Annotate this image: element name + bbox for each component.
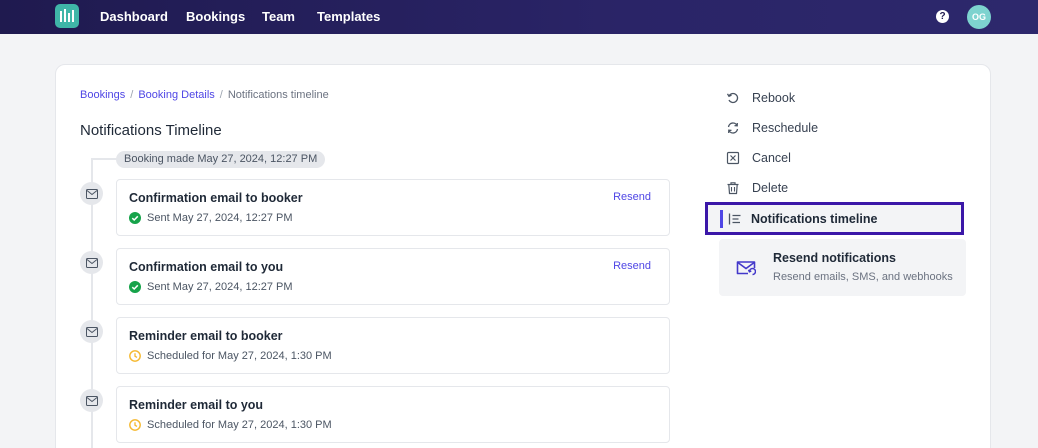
- notification-status: Scheduled for May 27, 2024, 1:30 PM: [129, 418, 332, 432]
- notification-status: Scheduled for May 27, 2024, 1:30 PM: [129, 349, 332, 363]
- nav-dashboard[interactable]: Dashboard: [100, 9, 168, 25]
- menu-rebook[interactable]: Rebook: [726, 89, 795, 107]
- breadcrumb-separator: /: [130, 89, 134, 101]
- notification-item: Reminder email to booker Scheduled for M…: [116, 317, 670, 374]
- timeline-mail-icon: [80, 320, 103, 343]
- notification-status-text: Sent May 27, 2024, 12:27 PM: [147, 212, 293, 224]
- notification-status: Sent May 27, 2024, 12:27 PM: [129, 280, 293, 294]
- avatar[interactable]: OG: [967, 5, 991, 29]
- cancel-icon: [726, 151, 740, 165]
- active-indicator: [720, 210, 723, 228]
- page-title: Notifications Timeline: [80, 122, 222, 139]
- breadcrumb-current: Notifications timeline: [227, 89, 329, 101]
- notification-title: Reminder email to you: [129, 398, 264, 412]
- reschedule-icon: [727, 122, 739, 134]
- notification-status: Sent May 27, 2024, 12:27 PM: [129, 211, 293, 225]
- timeline-branch: [91, 158, 119, 160]
- menu-notifications-timeline-label: Notifications timeline: [751, 212, 878, 226]
- help-icon[interactable]: ?: [936, 10, 949, 23]
- timeline-mail-icon: [80, 251, 103, 274]
- notification-item: Confirmation email to you Sent May 27, 2…: [116, 248, 670, 305]
- trash-icon: [727, 182, 739, 195]
- menu-delete-label: Delete: [752, 181, 789, 195]
- notification-title: Reminder email to booker: [129, 329, 283, 343]
- resend-notifications-button[interactable]: Resend notifications Resend emails, SMS,…: [719, 239, 966, 296]
- timeline-mail-icon: [80, 389, 103, 412]
- menu-cancel-label: Cancel: [752, 151, 791, 165]
- mail-resend-icon: [736, 261, 756, 276]
- resend-notifications-subtitle: Resend emails, SMS, and webhooks: [773, 271, 953, 283]
- notification-status-text: Scheduled for May 27, 2024, 1:30 PM: [147, 350, 332, 362]
- menu-reschedule[interactable]: Reschedule: [726, 119, 818, 137]
- notification-status-text: Scheduled for May 27, 2024, 1:30 PM: [147, 419, 332, 431]
- nav-templates[interactable]: Templates: [317, 9, 380, 25]
- breadcrumb-bookings[interactable]: Bookings: [80, 89, 125, 101]
- menu-rebook-label: Rebook: [752, 91, 796, 105]
- nav-team[interactable]: Team: [262, 9, 295, 25]
- resend-notifications-title: Resend notifications: [773, 251, 896, 265]
- resend-link[interactable]: Resend: [613, 190, 651, 204]
- breadcrumb-booking-details[interactable]: Booking Details: [138, 89, 214, 101]
- top-navigation-bar: Dashboard Bookings Team Templates ? OG: [0, 0, 1038, 34]
- check-circle-icon: [129, 281, 141, 293]
- check-circle-icon: [129, 212, 141, 224]
- notification-title: Confirmation email to booker: [129, 191, 303, 205]
- menu-delete[interactable]: Delete: [726, 179, 788, 197]
- resend-link[interactable]: Resend: [613, 259, 651, 273]
- nav-bookings[interactable]: Bookings: [186, 9, 245, 25]
- notification-status-text: Sent May 27, 2024, 12:27 PM: [147, 281, 293, 293]
- menu-cancel[interactable]: Cancel: [726, 149, 791, 167]
- bar-logo-icon[interactable]: [55, 4, 79, 28]
- clock-icon: [129, 419, 141, 431]
- notification-title: Confirmation email to you: [129, 260, 284, 274]
- notification-item: Reminder email to you Scheduled for May …: [116, 386, 670, 443]
- notification-item: Confirmation email to booker Sent May 27…: [116, 179, 670, 236]
- rebook-icon: [726, 92, 739, 104]
- breadcrumb: Bookings / Booking Details / Notifications t…: [80, 89, 329, 102]
- menu-notifications-timeline[interactable]: Notifications timeline: [705, 202, 964, 235]
- list-icon: [728, 213, 741, 225]
- timeline-mail-icon: [80, 182, 103, 205]
- menu-reschedule-label: Reschedule: [752, 121, 819, 135]
- clock-icon: [129, 350, 141, 362]
- breadcrumb-separator: /: [219, 89, 223, 101]
- booking-made-badge: Booking made May 27, 2024, 12:27 PM: [116, 151, 326, 168]
